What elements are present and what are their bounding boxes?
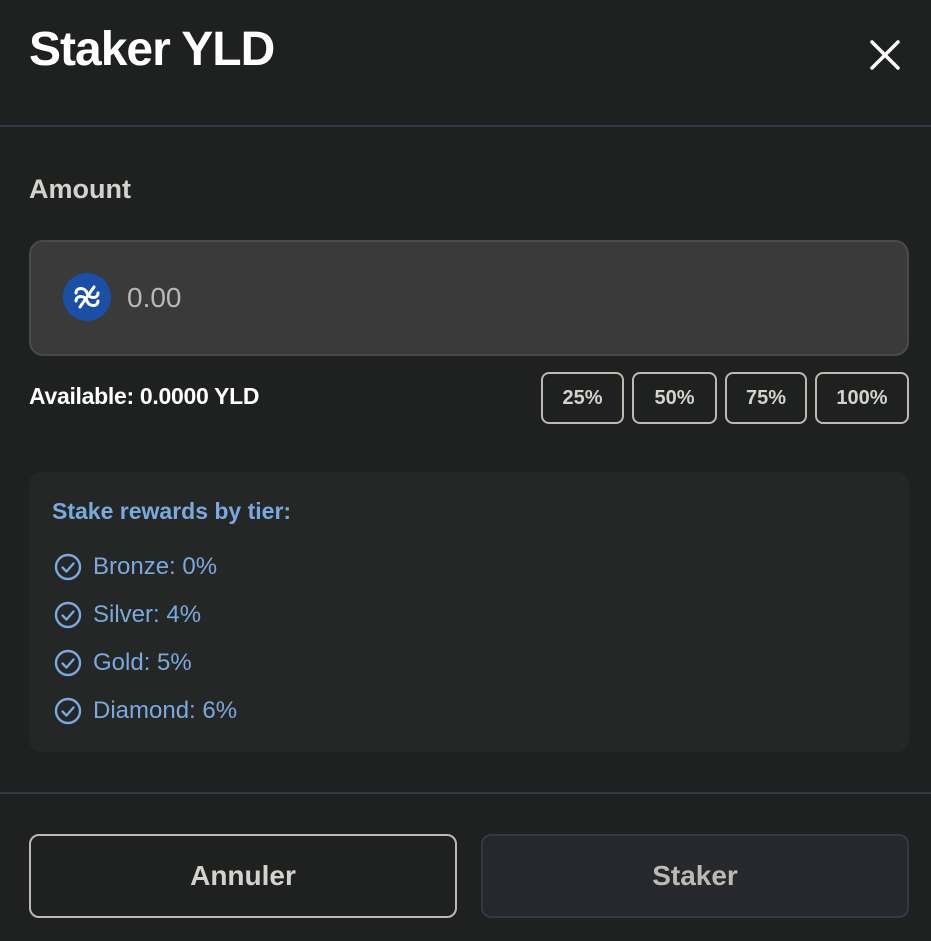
check-circle-icon <box>53 696 83 726</box>
footer-divider <box>0 792 931 794</box>
stake-button[interactable]: Staker <box>481 834 909 918</box>
available-balance: Available: 0.0000 YLD <box>29 383 260 409</box>
cancel-button[interactable]: Annuler <box>29 834 457 918</box>
modal-header: Staker YLD <box>0 0 931 127</box>
percent-50-button[interactable]: 50% <box>632 372 717 424</box>
yld-token-icon <box>63 273 111 321</box>
close-icon <box>870 40 900 70</box>
check-circle-icon <box>53 648 83 678</box>
tier-item-gold: Gold: 5% <box>53 647 192 679</box>
close-button[interactable] <box>864 34 906 76</box>
amount-field-container[interactable] <box>29 240 909 356</box>
tier-label: Bronze: 0% <box>93 553 218 580</box>
stake-rewards-panel: Stake rewards by tier: Bronze: 0% Silver… <box>29 472 909 752</box>
percent-75-button[interactable]: 75% <box>725 372 807 424</box>
tier-item-bronze: Bronze: 0% <box>53 551 217 583</box>
amount-input[interactable] <box>127 272 867 324</box>
rewards-title: Stake rewards by tier: <box>52 498 292 524</box>
tier-label: Silver: 4% <box>93 601 202 628</box>
tier-label: Diamond: 6% <box>93 697 238 724</box>
stake-modal: Staker YLD Amount Available: 0.0000 YLD … <box>0 0 931 941</box>
percent-25-button[interactable]: 25% <box>541 372 624 424</box>
modal-title: Staker YLD <box>29 23 275 76</box>
check-circle-icon <box>53 600 83 630</box>
tier-item-silver: Silver: 4% <box>53 599 201 631</box>
amount-label: Amount <box>29 174 131 204</box>
check-circle-icon <box>53 552 83 582</box>
tier-label: Gold: 5% <box>93 649 192 676</box>
tier-item-diamond: Diamond: 6% <box>53 695 237 727</box>
percent-100-button[interactable]: 100% <box>815 372 909 424</box>
